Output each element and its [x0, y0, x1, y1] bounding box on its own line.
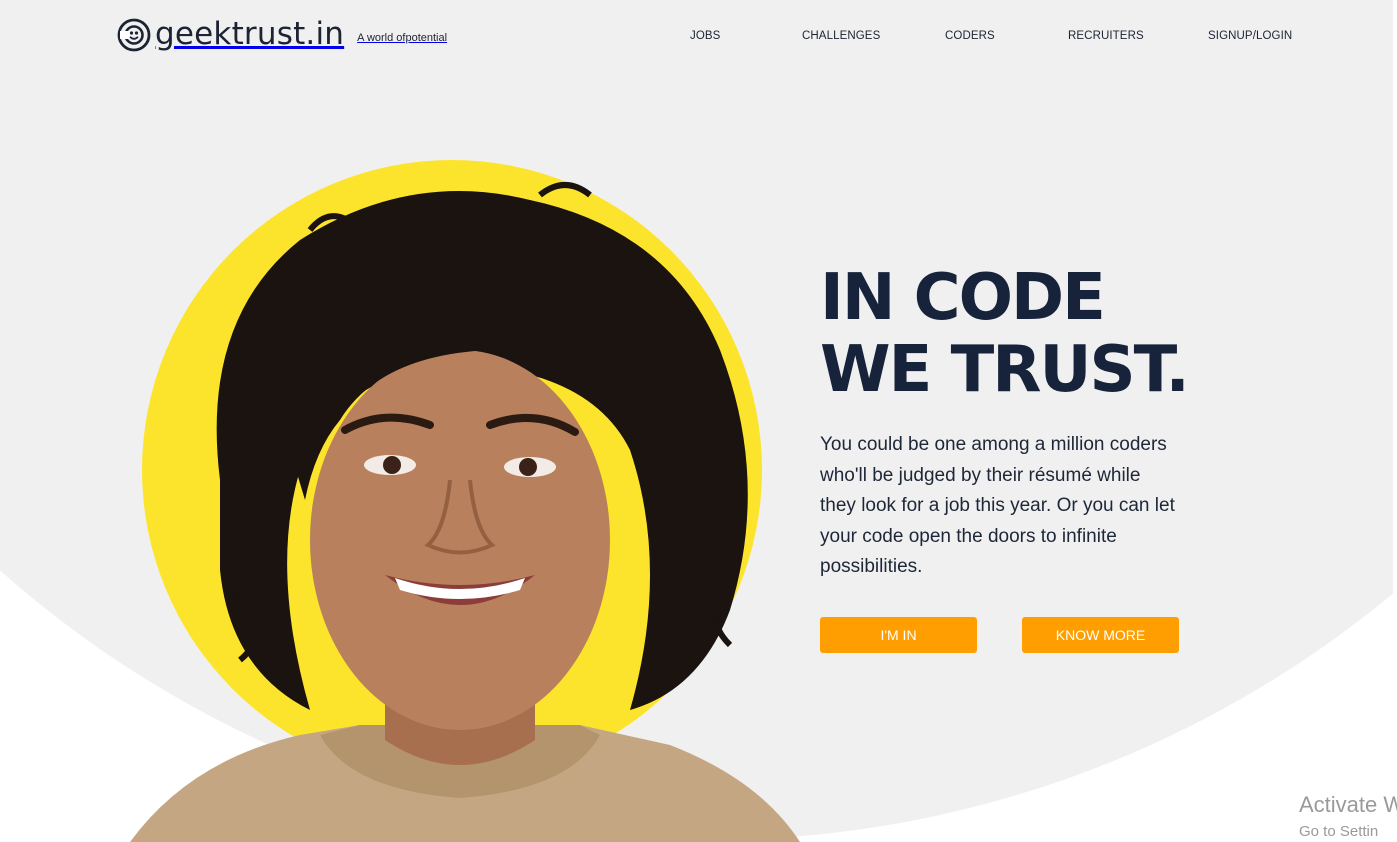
page: geektrust.in A world ofpotential JOBS CH…: [0, 0, 1397, 842]
watermark-title: Activate W: [1299, 792, 1397, 817]
hero-headline: IN CODE WE TRUST.: [820, 261, 1190, 407]
smiley-face-logo-icon: [117, 18, 151, 52]
nav-coders[interactable]: CODERS: [945, 30, 995, 42]
window-edge: [1393, 0, 1397, 842]
im-in-button[interactable]: I'M IN: [820, 617, 977, 653]
nav-recruiters[interactable]: RECRUITERS: [1068, 30, 1144, 42]
activate-windows-watermark: Activate W Go to Settin: [1299, 790, 1397, 842]
hero-headline-line-1: IN CODE: [820, 261, 1106, 335]
brand-logo[interactable]: geektrust.in A world ofpotential: [114, 14, 447, 54]
watermark-subtitle: Go to Settin: [1299, 823, 1379, 840]
brand-name: geektrust.in: [155, 16, 345, 52]
nav-challenges[interactable]: CHALLENGES: [802, 30, 880, 42]
nav-jobs[interactable]: JOBS: [690, 30, 720, 42]
brand-tagline: A world ofpotential: [357, 32, 448, 44]
hero-person-image: [130, 182, 800, 842]
hero-headline-line-2: WE TRUST.: [820, 333, 1190, 407]
hero-body-text: You could be one among a million coders …: [820, 434, 1175, 577]
know-more-button[interactable]: KNOW MORE: [1022, 617, 1179, 653]
nav-signup-login[interactable]: SIGNUP/LOGIN: [1208, 30, 1292, 42]
